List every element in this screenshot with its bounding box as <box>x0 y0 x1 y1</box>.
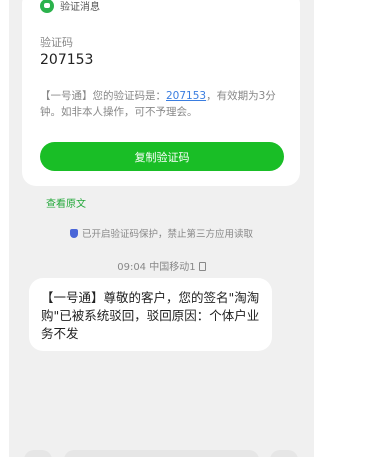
code-link[interactable]: 207153 <box>166 90 206 102</box>
message-timestamp: 09:04 中国移动1 <box>9 258 314 273</box>
add-button[interactable] <box>24 450 52 457</box>
shield-icon <box>69 229 78 238</box>
message-bubble[interactable]: 【一号通】尊敬的客户，您的签名"淘淘购"已被系统驳回，驳回原因：个体户业务不发 <box>29 278 272 351</box>
sms-body: 【一号通】您的验证码是：207153，有效期为3分钟。如非本人操作，可不予理会。 <box>40 88 290 120</box>
copy-code-button[interactable]: 复制验证码 <box>40 142 284 171</box>
sim-icon <box>198 262 206 271</box>
message-input[interactable] <box>64 450 259 457</box>
send-button[interactable] <box>270 450 298 457</box>
tag-label: 验证消息 <box>60 2 100 13</box>
input-bar <box>9 450 314 457</box>
protection-notice: 已开启验证码保护，禁止第三方应用读取 <box>9 226 314 240</box>
view-original-link[interactable]: 查看原文 <box>46 195 86 210</box>
verification-card: 验证消息 验证码 207153 【一号通】您的验证码是：207153，有效期为3… <box>22 0 300 186</box>
conversation-screen: 验证消息 验证码 207153 【一号通】您的验证码是：207153，有效期为3… <box>9 0 314 457</box>
sms-prefix: 【一号通】您的验证码是： <box>40 90 166 102</box>
code-label: 验证码 <box>40 36 73 49</box>
code-value: 207153 <box>40 52 94 68</box>
timestamp-text: 09:04 中国移动1 <box>117 262 196 273</box>
message-icon <box>40 0 54 13</box>
protection-text: 已开启验证码保护，禁止第三方应用读取 <box>81 229 253 240</box>
verification-tag: 验证消息 <box>40 0 100 13</box>
